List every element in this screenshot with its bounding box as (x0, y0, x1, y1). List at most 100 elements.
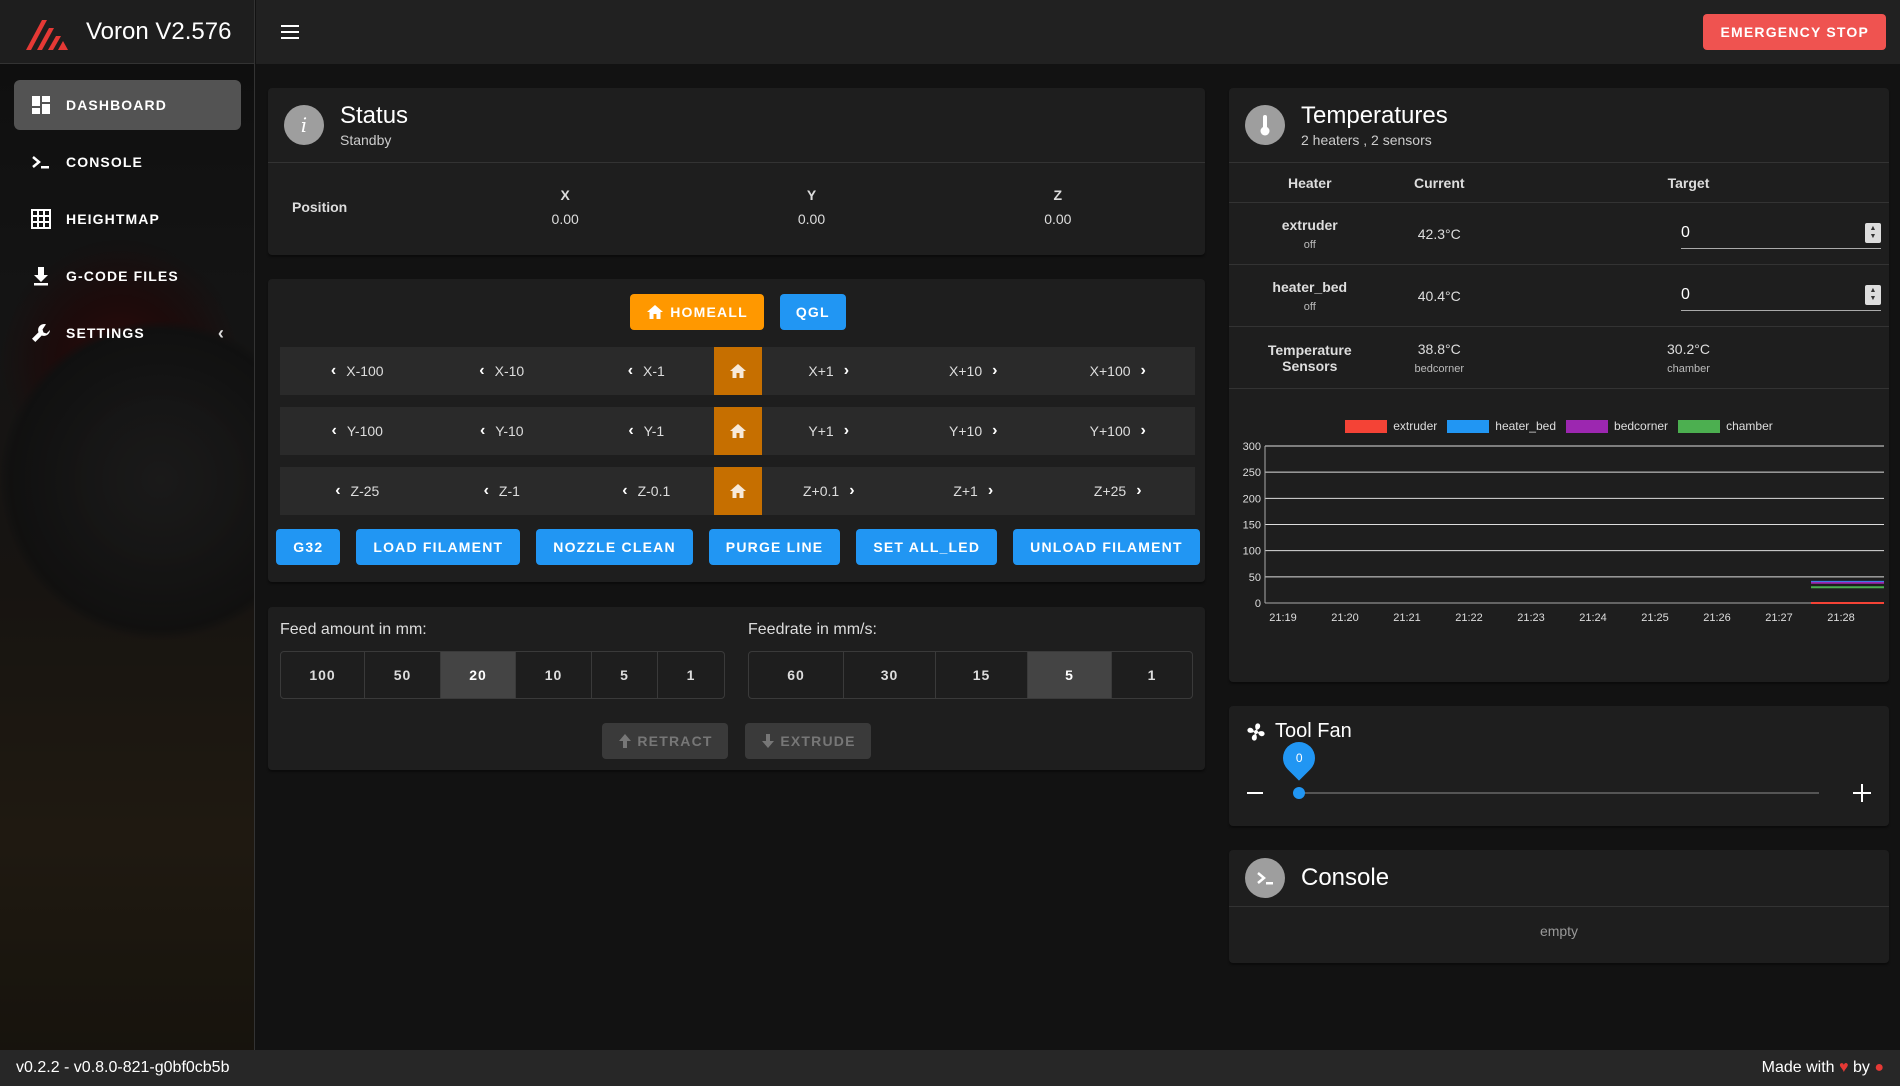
jog-button[interactable]: Z+25 › (1051, 467, 1196, 515)
chevron-left-icon[interactable]: ‹ (218, 323, 225, 344)
jog-button[interactable]: Z+0.1 › (762, 467, 907, 515)
sidebar-item-heightmap[interactable]: HEIGHTMAP (14, 194, 241, 244)
legend-item[interactable]: chamber (1678, 419, 1773, 434)
extrude-button[interactable]: EXTRUDE (745, 723, 871, 759)
jog-button[interactable]: ‹ X-10 (425, 347, 570, 395)
panel-title: Console (1301, 864, 1390, 891)
chevron-left-icon: ‹ (330, 362, 337, 379)
tool-fan-panel: Tool Fan 0 (1229, 706, 1889, 826)
segment-option[interactable]: 15 (936, 652, 1028, 698)
segment-option[interactable]: 5 (592, 652, 658, 698)
jog-button[interactable]: Y+1 › (762, 407, 907, 455)
sidebar-item-console[interactable]: CONSOLE (14, 137, 241, 187)
thermometer-icon (1245, 105, 1285, 145)
spinner-icon[interactable]: ▲ ▼ (1865, 223, 1881, 243)
heater-current: 42.3°C (1390, 202, 1488, 265)
chevron-left-icon: ‹ (335, 482, 341, 499)
panel-title: Status (340, 102, 409, 129)
qgl-button[interactable]: QGL (779, 294, 846, 330)
macro-load-filament-button[interactable]: LOAD FILAMENT (356, 529, 521, 565)
heart-icon: ♥ (1839, 1059, 1849, 1076)
heater-state: off (1303, 238, 1316, 251)
console-panel: Console empty (1229, 850, 1889, 963)
chevron-right-icon: › (1136, 482, 1142, 499)
jog-button[interactable]: X+100 › (1051, 347, 1196, 395)
sidebar-item-gcode-files[interactable]: G-CODE FILES (14, 251, 241, 301)
panel-title: Temperatures (1301, 102, 1448, 129)
minus-icon[interactable] (1247, 792, 1263, 794)
home-axis-button[interactable] (713, 347, 762, 395)
segment-option[interactable]: 5 (1028, 652, 1112, 698)
jog-button[interactable]: ‹ Z-0.1 (569, 467, 714, 515)
brand-header[interactable]: Voron V2.576 (0, 0, 254, 64)
position-y: Y 0.00 (797, 187, 826, 227)
jog-button[interactable]: Y+10 › (906, 407, 1051, 455)
sidebar-item-label: SETTINGS (66, 325, 145, 341)
macro-set-all-led-button[interactable]: SET ALL_LED (856, 529, 998, 565)
jog-button[interactable]: ‹ X-100 (280, 347, 425, 395)
jog-row: ‹ X-100 ‹ X-10 ‹ X-1 X+1 › X+10 › X+100 › (280, 347, 1195, 395)
chevron-right-icon: › (1140, 422, 1146, 439)
jog-button[interactable]: ‹ Y-1 (569, 407, 714, 455)
legend-item[interactable]: extruder (1345, 419, 1437, 434)
segment-option[interactable]: 1 (658, 652, 724, 698)
author-logo-icon[interactable]: ● (1874, 1059, 1884, 1076)
macro-g32-button[interactable]: G32 (276, 529, 341, 565)
macro-purge-line-button[interactable]: PURGE LINE (708, 529, 841, 565)
menu-icon[interactable] (274, 16, 306, 48)
sidebar-item-label: G-CODE FILES (66, 268, 179, 284)
jog-button[interactable]: ‹ Z-25 (280, 467, 425, 515)
jog-button[interactable]: ‹ X-1 (569, 347, 714, 395)
fan-icon (1247, 722, 1265, 741)
segment-option[interactable]: 1 (1112, 652, 1192, 698)
segment-option[interactable]: 60 (749, 652, 844, 698)
segment-option[interactable]: 20 (441, 652, 516, 698)
feedrate-label: Feedrate in mm/s: (748, 621, 877, 638)
grid-icon (30, 208, 52, 230)
segment-option[interactable]: 100 (281, 652, 365, 698)
sidebar-item-label: DASHBOARD (66, 97, 167, 113)
legend-item[interactable]: heater_bed (1447, 419, 1556, 434)
homeall-button[interactable]: HOMEALL (630, 294, 764, 330)
home-axis-button[interactable] (713, 467, 762, 515)
plus-icon[interactable] (1853, 784, 1871, 802)
slider-thumb[interactable] (1293, 787, 1305, 799)
feed-amount-selector: 100 50 20 10 5 1 (280, 651, 725, 699)
jog-button[interactable]: ‹ Y-10 (425, 407, 570, 455)
fan-speed-slider[interactable]: 0 (1276, 735, 1819, 799)
jog-button[interactable]: Y+100 › (1051, 407, 1196, 455)
feedrate-selector: 60 30 15 5 1 (748, 651, 1193, 699)
x-tick-label: 21:28 (1827, 612, 1855, 624)
sensors-label: Temperature Sensors (1267, 341, 1352, 374)
wrench-icon (30, 322, 52, 344)
heater-bed-target-input[interactable]: 0 ▲ ▼ (1681, 281, 1881, 311)
spinner-icon[interactable]: ▲ ▼ (1865, 285, 1881, 305)
sidebar-item-label: CONSOLE (66, 154, 143, 170)
sidebar-item-dashboard[interactable]: DASHBOARD (14, 80, 241, 130)
legend-item[interactable]: bedcorner (1566, 419, 1668, 434)
segment-option[interactable]: 30 (844, 652, 936, 698)
retract-button[interactable]: RETRACT (602, 723, 728, 759)
console-icon (30, 151, 52, 173)
macro-nozzle-clean-button[interactable]: NOZZLE CLEAN (536, 529, 693, 565)
home-axis-button[interactable] (713, 407, 762, 455)
jog-button[interactable]: X+1 › (762, 347, 907, 395)
jog-button[interactable]: X+10 › (906, 347, 1051, 395)
arrow-down-icon (762, 734, 775, 748)
segment-option[interactable]: 10 (516, 652, 592, 698)
emergency-stop-button[interactable]: EMERGENCY STOP (1703, 14, 1886, 50)
temperatures-summary: 2 heaters , 2 sensors (1301, 132, 1432, 148)
printer-state: Standby (340, 132, 392, 148)
segment-option[interactable]: 50 (365, 652, 441, 698)
chevron-left-icon: ‹ (628, 422, 634, 439)
heater-state: off (1303, 300, 1316, 313)
jog-button[interactable]: ‹ Y-100 (280, 407, 425, 455)
macro-unload-filament-button[interactable]: UNLOAD FILAMENT (1013, 529, 1200, 565)
top-app-bar: EMERGENCY STOP (256, 0, 1900, 64)
jog-button[interactable]: ‹ Z-1 (425, 467, 570, 515)
chevron-left-icon: ‹ (479, 362, 485, 379)
jog-button[interactable]: Z+1 › (906, 467, 1051, 515)
console-output: empty (1539, 923, 1579, 939)
extruder-target-input[interactable]: 0 ▲ ▼ (1681, 219, 1881, 249)
sidebar-item-settings[interactable]: SETTINGS ‹ (14, 308, 241, 358)
